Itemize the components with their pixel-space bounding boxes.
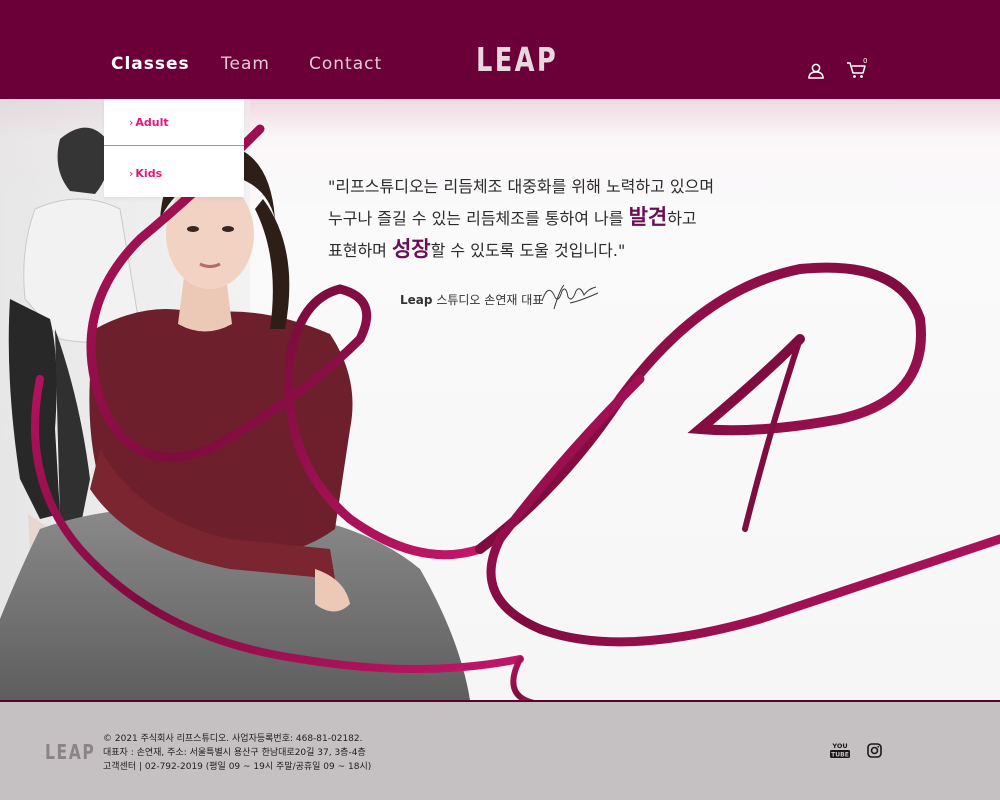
company-info-line: © 2021 주식회사 리프스튜디오. 사업자등록번호: 468-81-0218… (103, 734, 363, 744)
site-logo[interactable]: LEAP (476, 40, 558, 79)
quote-line-2: 누구나 즐길 수 있는 리듬체조를 통하여 나를 발견하고 (328, 205, 697, 229)
highlight-grow: 성장 (391, 237, 431, 261)
chevron-right-icon: › (129, 116, 134, 129)
quote-author: Leap 스튜디오 손연재 대표 (400, 291, 543, 308)
company-info-line: 고객센터 | 02-792-2019 (평일 09 ~ 19시 주말/공휴일 0… (103, 762, 372, 772)
youtube-icon[interactable]: YOU TUBE (829, 741, 851, 763)
cart-count-badge: 0 (863, 57, 868, 65)
quote-line-3: 표현하며 성장할 수 있도록 도울 것입니다." (328, 237, 626, 261)
svg-text:YOU: YOU (831, 742, 847, 750)
user-icon[interactable] (807, 62, 825, 84)
site-header: Classes Team Contact LEAP 0 (0, 0, 1000, 99)
instagram-icon[interactable] (867, 743, 882, 762)
dropdown-label: Adult (135, 116, 169, 129)
company-info-line: 대표자 : 손연재, 주소: 서울특별시 용산구 한남대로20길 37, 3층-… (103, 748, 366, 758)
chevron-right-icon: › (129, 167, 134, 180)
nav-classes[interactable]: Classes (111, 54, 190, 74)
quote-line-1: "리프스튜디오는 리듬체조 대중화를 위해 노력하고 있으며 (328, 177, 715, 196)
nav-contact[interactable]: Contact (309, 54, 382, 74)
site-footer: LEAP © 2021 주식회사 리프스튜디오. 사업자등록번호: 468-81… (0, 700, 1000, 800)
cart-icon[interactable]: 0 (846, 57, 870, 84)
footer-logo[interactable]: LEAP (45, 740, 95, 764)
svg-text:TUBE: TUBE (831, 752, 849, 759)
hero-quote: "리프스튜디오는 리듬체조 대중화를 위해 노력하고 있으며 누구나 즐길 수 … (328, 171, 748, 266)
classes-dropdown: › Adult › Kids (104, 99, 244, 197)
highlight-discover: 발견 (628, 205, 668, 229)
author-title: 스튜디오 손연재 대표 (436, 293, 544, 307)
dropdown-item-adult[interactable]: › Adult (104, 99, 244, 146)
dropdown-label: Kids (135, 167, 163, 180)
dropdown-item-kids[interactable]: › Kids (104, 150, 244, 197)
dropdown-divider (104, 145, 244, 146)
signature-icon (541, 284, 599, 310)
company-info: © 2021 주식회사 리프스튜디오. 사업자등록번호: 468-81-0218… (103, 732, 371, 774)
author-brand: Leap (400, 293, 433, 307)
nav-team[interactable]: Team (221, 54, 270, 74)
